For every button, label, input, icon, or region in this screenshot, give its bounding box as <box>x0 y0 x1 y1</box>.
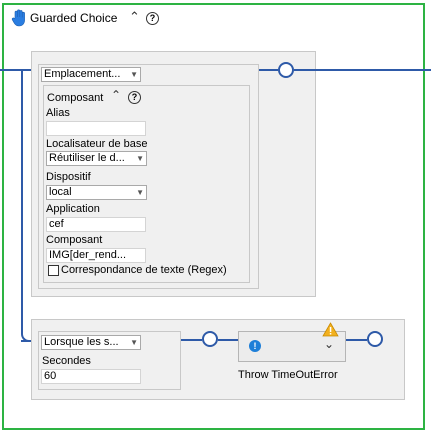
location-out-wire-1 <box>259 69 278 71</box>
location-type-select[interactable]: Emplacement... ▼ <box>41 67 141 82</box>
location-out-wire-2 <box>294 69 431 71</box>
device-select[interactable]: local ▼ <box>46 185 147 200</box>
timeout-type-value: Lorsque les s... <box>44 336 119 348</box>
dropdown-arrow-icon: ▼ <box>136 188 144 197</box>
chevron-up-icon[interactable]: ⌃ <box>111 88 121 102</box>
help-icon[interactable]: ? <box>146 12 159 25</box>
device-value: local <box>49 186 72 198</box>
timeout-type-select[interactable]: Lorsque les s... ▼ <box>41 335 141 350</box>
dropdown-arrow-icon: ▼ <box>136 154 144 163</box>
location-connector-node[interactable] <box>278 62 294 78</box>
seconds-input[interactable]: 60 <box>41 369 141 384</box>
location-type-value: Emplacement... <box>44 68 121 80</box>
component-label: Composant <box>46 234 103 246</box>
alias-input[interactable] <box>46 121 146 136</box>
application-label: Application <box>46 203 100 215</box>
branch-vertical-wire <box>21 69 23 332</box>
device-label: Dispositif <box>46 171 91 183</box>
alias-label: Alias <box>46 107 70 119</box>
help-icon[interactable]: ? <box>128 91 141 104</box>
application-input[interactable]: cef <box>46 217 146 232</box>
info-icon: ! <box>249 340 261 352</box>
base-locator-value: Réutiliser le d... <box>49 152 125 164</box>
base-locator-select[interactable]: Réutiliser le d... ▼ <box>46 151 147 166</box>
timeout-out-wire-3 <box>346 339 367 341</box>
dropdown-arrow-icon: ▼ <box>130 338 138 347</box>
base-locator-label: Localisateur de base <box>46 138 148 150</box>
hand-icon <box>11 9 27 27</box>
timeout-end-node[interactable] <box>367 331 383 347</box>
timeout-connector-node[interactable] <box>202 331 218 347</box>
chevron-down-icon[interactable]: ⌄ <box>324 337 334 351</box>
chevron-up-icon[interactable]: ⌃ <box>129 9 140 25</box>
dropdown-arrow-icon: ▼ <box>130 70 138 79</box>
timeout-out-wire-1 <box>181 339 202 341</box>
component-title: Composant <box>47 92 104 104</box>
timeout-out-wire-2 <box>218 339 238 341</box>
component-input[interactable]: IMG[der_rend... <box>46 248 146 263</box>
throw-action-label: Throw TimeOutError <box>238 369 338 381</box>
seconds-label: Secondes <box>42 355 91 367</box>
regex-label: Correspondance de texte (Regex) <box>61 264 227 276</box>
regex-checkbox[interactable] <box>48 265 59 276</box>
guarded-choice-title: Guarded Choice <box>30 11 118 25</box>
warning-icon <box>322 322 339 337</box>
